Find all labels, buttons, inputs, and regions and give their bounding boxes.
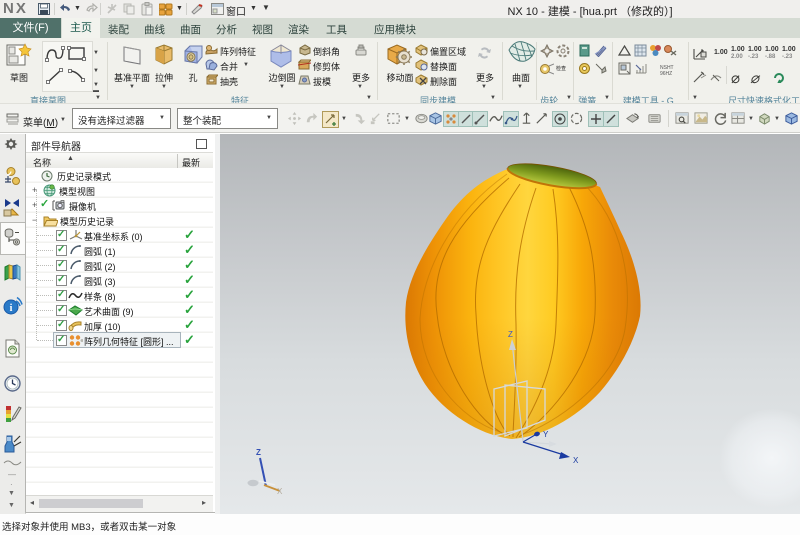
svg-text:Z: Z <box>508 330 513 339</box>
svg-text:i: i <box>10 303 13 314</box>
svg-text:Z: Z <box>256 448 261 457</box>
svg-text:Y: Y <box>543 430 549 439</box>
svg-text:X: X <box>573 456 579 465</box>
svg-text:X: X <box>277 487 283 496</box>
